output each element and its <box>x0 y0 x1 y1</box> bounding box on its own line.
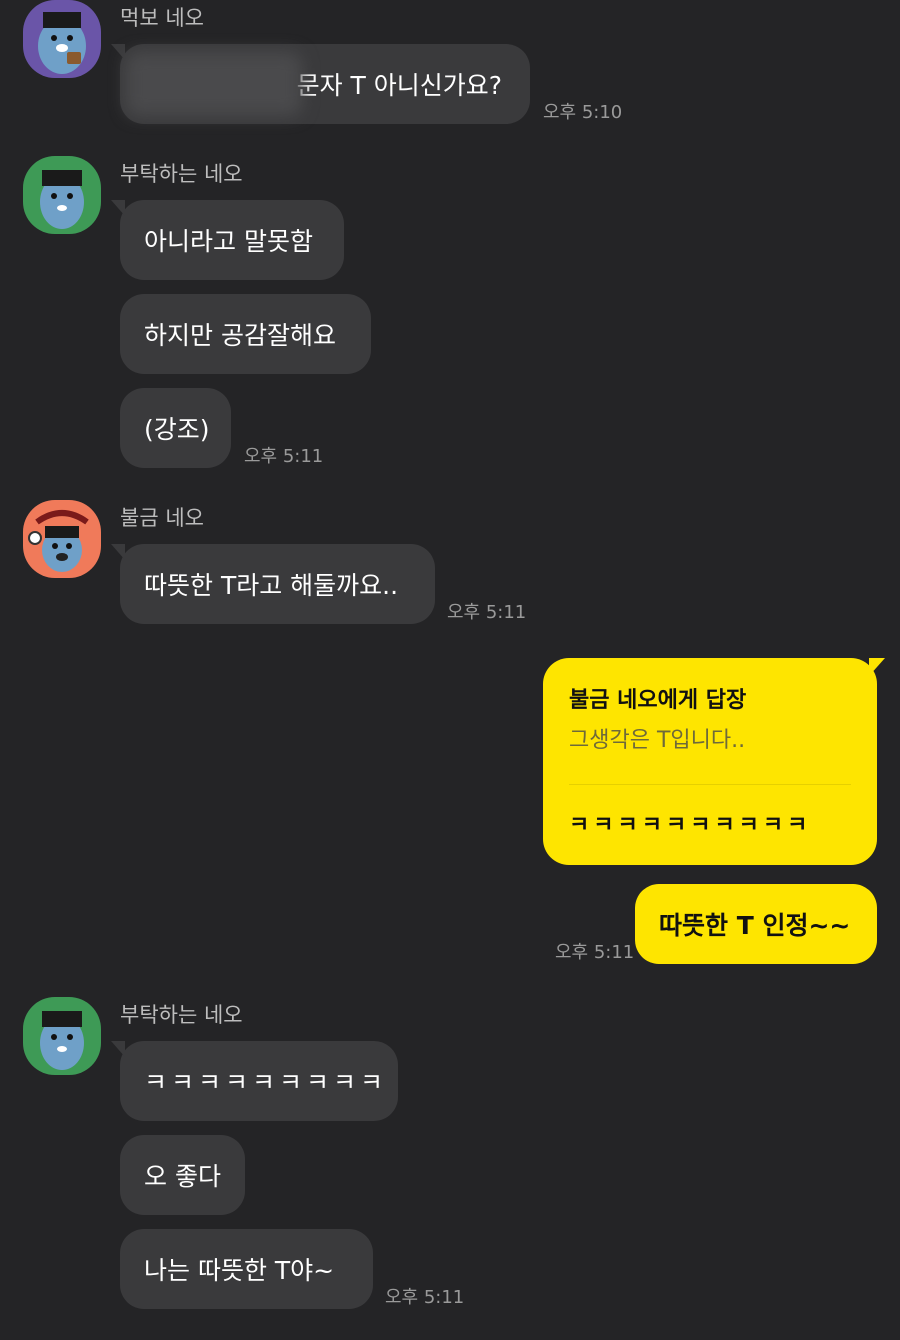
message-bubble[interactable]: 나는 따뜻한 T야~ <box>120 1229 373 1309</box>
sender-name: 불금 네오 <box>120 506 204 530</box>
message-bubble[interactable]: (강조) <box>120 388 231 468</box>
sender-name: 먹보 네오 <box>120 6 204 30</box>
neo-pleading-icon <box>23 997 101 1075</box>
avatar[interactable] <box>23 500 101 578</box>
message-bubble[interactable]: 하지만 공감잘해요 <box>120 294 371 374</box>
neo-pleading-icon <box>23 156 101 234</box>
sender-name: 부탁하는 네오 <box>120 1003 243 1027</box>
timestamp: 오후 5:11 <box>555 942 635 963</box>
message-bubble[interactable]: 아니라고 말못함 <box>111 200 344 280</box>
message-bubble[interactable]: 따뜻한 T라고 해둘까요.. <box>111 544 435 624</box>
message-text: 오 좋다 <box>144 1162 221 1191</box>
sender-name: 부탁하는 네오 <box>120 162 243 186</box>
message-text: ㅋㅋㅋㅋㅋㅋㅋㅋㅋㅋ <box>569 813 812 838</box>
reply-header: 불금 네오에게 답장 <box>569 688 747 713</box>
redacted-text <box>126 52 302 116</box>
bubble-tail <box>869 658 885 676</box>
my-message-bubble[interactable]: 따뜻한 T 인정~~ <box>635 884 877 964</box>
timestamp: 오후 5:10 <box>543 102 623 123</box>
message-text: 따뜻한 T라고 해둘까요.. <box>144 571 399 600</box>
timestamp: 오후 5:11 <box>244 446 324 467</box>
message-text: ㅋㅋㅋㅋㅋㅋㅋㅋㅋ <box>144 1068 388 1097</box>
message-text: 아니라고 말못함 <box>144 227 313 256</box>
message-text: 나는 따뜻한 T야~ <box>144 1256 335 1285</box>
quoted-text[interactable]: 그생각은 T입니다.. <box>569 722 851 754</box>
avatar[interactable] <box>23 997 101 1075</box>
neo-eating-icon <box>23 0 101 78</box>
avatar[interactable] <box>23 0 101 78</box>
message-text: (강조) <box>144 415 210 444</box>
message-bubble[interactable]: 오 좋다 <box>120 1135 245 1215</box>
message-text: 따뜻한 T 인정~~ <box>659 911 851 940</box>
reply-bubble[interactable]: 불금 네오에게 답장 그생각은 T입니다.. ㅋㅋㅋㅋㅋㅋㅋㅋㅋㅋ <box>543 658 885 865</box>
neo-friday-icon <box>23 500 101 578</box>
timestamp: 오후 5:11 <box>447 602 527 623</box>
message-bubble[interactable]: 문자 T 아니신가요? <box>111 44 530 124</box>
message-bubble[interactable]: ㅋㅋㅋㅋㅋㅋㅋㅋㅋ <box>111 1041 398 1121</box>
avatar[interactable] <box>23 156 101 234</box>
divider <box>569 784 851 785</box>
timestamp: 오후 5:11 <box>385 1287 465 1308</box>
message-text: 하지만 공감잘해요 <box>144 321 336 350</box>
message-text: 문자 T 아니신가요? <box>296 71 502 100</box>
